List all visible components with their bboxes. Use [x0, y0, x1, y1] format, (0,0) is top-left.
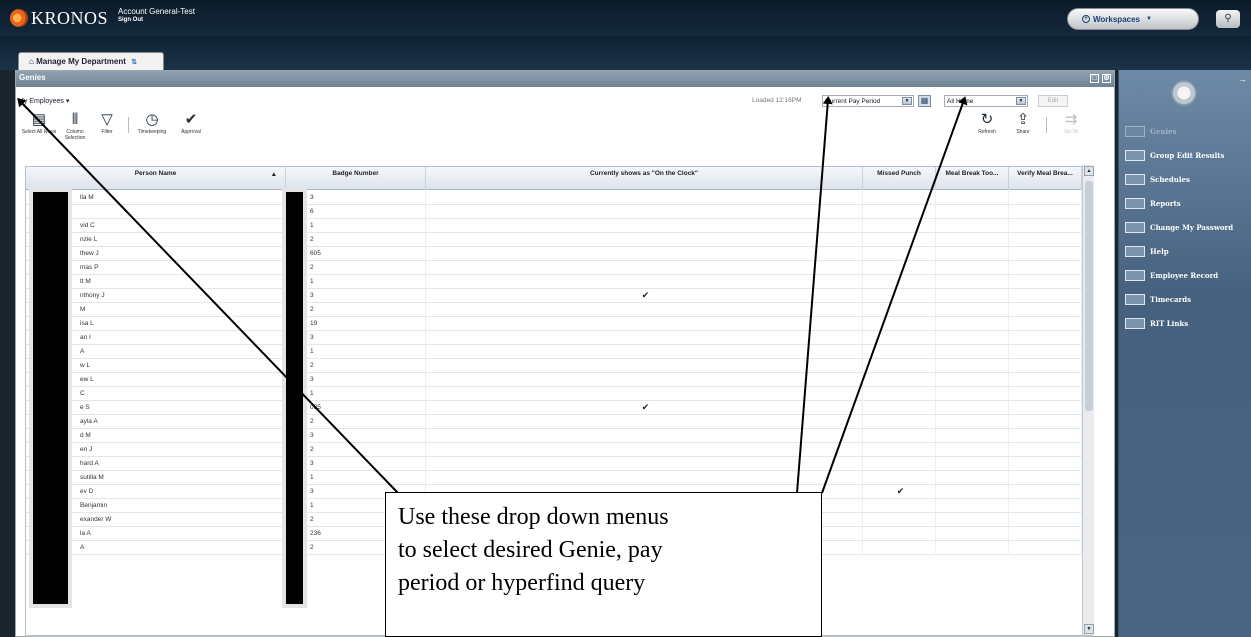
callout-line: to select desired Genie, pay [398, 537, 663, 563]
arrow-to-genie-selector [17, 98, 399, 494]
callout-line: period or hyperfind query [398, 570, 646, 596]
callout-line: Use these drop down menus [398, 504, 669, 530]
arrow-to-hyperfind [821, 96, 968, 494]
arrow-to-pay-period [796, 96, 833, 494]
annotation-callout: Use these drop down menus to select desi… [385, 492, 822, 637]
